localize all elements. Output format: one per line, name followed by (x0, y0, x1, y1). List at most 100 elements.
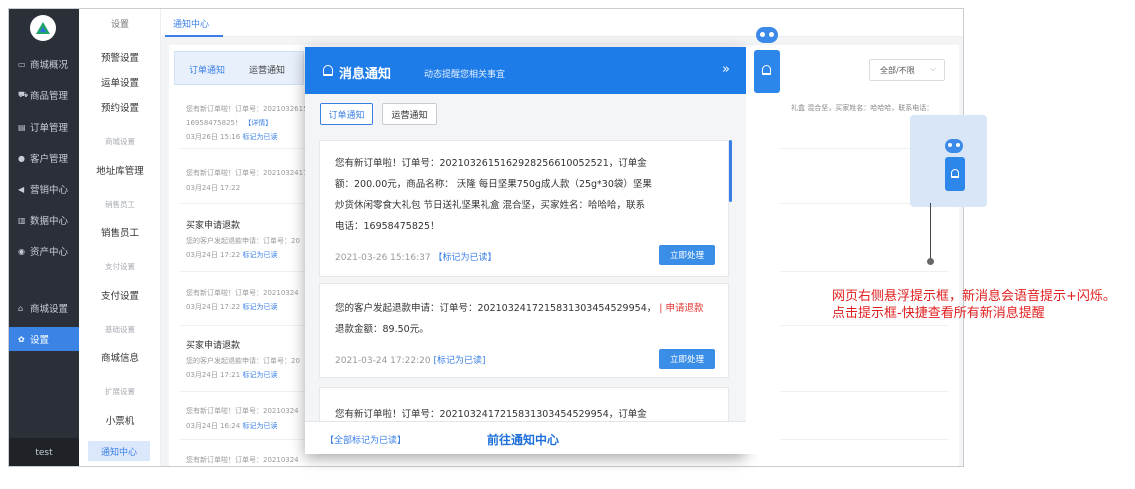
submenu-item-shop-info[interactable]: 商城信息 (79, 350, 161, 364)
top-tab-bar: 通知中心 (161, 9, 963, 37)
submenu-group-ext: 扩展设置 (105, 387, 135, 396)
submenu-item-ticket-printer[interactable]: 小票机 (79, 413, 161, 427)
bell-icon (323, 65, 333, 76)
main-sidebar: ▭ 商城概况 ⛟ 商品管理 ▤ 订单管理 ● 客户管理 ◀ 营销中心 ▥ 数据中… (9, 9, 79, 466)
marketing-icon: ◀ (18, 184, 25, 194)
submenu-item-address[interactable]: 地址库管理 (79, 163, 161, 177)
shop-icon: ▭ (18, 59, 26, 69)
callout-dot (927, 258, 934, 265)
mark-read-link[interactable]: 标记为已读 (242, 371, 277, 379)
list-item-title: 买家申请退款 (186, 341, 241, 351)
data-icon: ▥ (18, 215, 26, 225)
active-tab-indicator (165, 35, 223, 37)
settings-submenu: 设置 预警设置 运单设置 预约设置 商城设置 地址库管理 销售员工 销售员工 支… (79, 9, 161, 466)
mark-read-link[interactable]: 标记为已读 (242, 251, 277, 259)
robot-mascot-icon (945, 139, 963, 153)
sidebar-item-data[interactable]: ▥ 数据中心 (9, 208, 79, 232)
app-logo (30, 15, 56, 41)
panel-subtitle: 动态提醒您相关事宜 (424, 70, 506, 80)
submenu-item-warning[interactable]: 预警设置 (79, 50, 161, 64)
submenu-header: 设置 (110, 20, 129, 30)
floating-bell-button-preview[interactable] (945, 157, 965, 191)
list-item-text: 您的客户发起退款申请：订单号：20 (186, 237, 300, 245)
submenu-group-basic: 基础设置 (105, 325, 135, 334)
notice-card: 您有新订单啦！订单号：2021032417215831303454529954，… (319, 387, 729, 421)
annotation-text: 网页右侧悬浮提示框，新消息会语音提示+闪烁。 点击提示框-快捷查看所有新消息提醒 (832, 289, 1116, 321)
mark-read-link[interactable]: 标记为已读 (242, 422, 277, 430)
list-item-text: 您有新订单啦！订单号：20210324 (186, 289, 299, 297)
bell-icon (951, 169, 959, 178)
mark-read-link[interactable]: 【标记为已读】 (433, 253, 496, 263)
list-item-text: 您有新订单啦！订单号：2021032615 (186, 105, 308, 113)
list-item-meta: 03月24日 17:22 标记为已读 (186, 303, 278, 311)
list-item-meta: 03月26日 15:16 标记为已读 (186, 133, 278, 141)
collapse-icon[interactable]: » (722, 62, 730, 77)
panel-scrollbar[interactable] (729, 140, 732, 202)
panel-tab-ops[interactable]: 运营通知 (382, 103, 437, 125)
submenu-group-pay: 支付设置 (105, 262, 135, 271)
sidebar-item-orders[interactable]: ▤ 订单管理 (9, 115, 79, 139)
submenu-item-staff[interactable]: 销售员工 (79, 225, 161, 239)
notice-card-meta: 2021-03-26 15:16:37 【标记为已读】 (335, 253, 497, 263)
user-icon: ● (18, 153, 25, 163)
filter-select[interactable]: 全部/不限 ⌵ (869, 59, 945, 81)
callout-line (930, 203, 931, 261)
notice-card: 您的客户发起退款申请：订单号：2021032417215831303454529… (319, 283, 729, 378)
tab-notice-center[interactable]: 通知中心 (173, 17, 209, 30)
submenu-item-pay[interactable]: 支付设置 (79, 288, 161, 302)
bell-icon (762, 65, 771, 75)
list-item-text: 16958475825！ 【详情】 (186, 119, 273, 127)
list-item-meta: 03月24日 16:24 标记为已读 (186, 422, 278, 430)
bg-tab-ops[interactable]: 运营通知 (249, 63, 285, 76)
bg-tab-group: 订单通知 运营通知 (174, 51, 304, 85)
sidebar-item-assets[interactable]: ◉ 资产中心 (9, 239, 79, 263)
sidebar-item-settings[interactable]: ✿ 设置 (9, 327, 79, 351)
submenu-group-staff: 销售员工 (105, 200, 135, 209)
sidebar-item-overview[interactable]: ▭ 商城概况 (9, 52, 79, 76)
go-notice-center-link[interactable]: 前往通知中心 (487, 431, 559, 448)
list-item-text: 您的客户发起退款申请：订单号：20 (186, 357, 300, 365)
submenu-item-waybill[interactable]: 运单设置 (79, 75, 161, 89)
home-icon: ⌂ (18, 303, 24, 313)
notice-card: 您有新订单啦！订单号：2021032615162928256610052521，… (319, 140, 729, 277)
asset-icon: ◉ (18, 246, 25, 256)
mark-read-link[interactable]: 标记为已读 (242, 133, 277, 141)
sidebar-item-products[interactable]: ⛟ 商品管理 (9, 83, 79, 107)
list-item-text: 您有新订单啦！订单号：20210324 (186, 456, 299, 464)
bg-tab-order[interactable]: 订单通知 (189, 63, 225, 76)
panel-footer: 【全部标记为已读】 前往通知中心 (305, 421, 746, 454)
list-item-title: 买家申请退款 (186, 221, 241, 231)
row-overflow-text: 礼盒 混合坚，买家姓名：哈哈哈，联系电话： (791, 104, 934, 112)
robot-mascot-icon (756, 27, 778, 43)
mark-read-link[interactable]: [标记为已读] (433, 356, 485, 366)
submenu-item-notice-center[interactable]: 通知中心 (88, 441, 150, 461)
list-item-text: 您有新订单啦！订单号：2021032417 (186, 169, 308, 177)
submenu-item-reservation[interactable]: 预约设置 (79, 100, 161, 114)
order-icon: ▤ (18, 122, 26, 132)
sidebar-item-marketing[interactable]: ◀ 营销中心 (9, 177, 79, 201)
sidebar-item-customers[interactable]: ● 客户管理 (9, 146, 79, 170)
handle-now-button[interactable]: 立即处理 (659, 349, 715, 369)
notice-card-text: 您的客户发起退款申请：订单号：2021032417215831303454529… (335, 303, 704, 335)
list-item-meta: 03月24日 17:22 (186, 184, 241, 192)
mark-read-link[interactable]: 标记为已读 (242, 303, 277, 311)
list-item-text: 您有新订单啦！订单号：20210324 (186, 407, 299, 415)
list-item-meta: 03月24日 17:22 标记为已读 (186, 251, 278, 259)
floating-bell-button[interactable] (754, 50, 780, 93)
panel-side-strip (746, 47, 780, 454)
mark-all-read-link[interactable]: 【全部标记为已读】 (325, 433, 406, 446)
gear-icon: ✿ (18, 334, 25, 344)
panel-header: 消息通知 动态提醒您相关事宜 » (305, 47, 746, 94)
sidebar-item-shop-settings[interactable]: ⌂ 商城设置 (9, 296, 79, 320)
list-item-meta: 03月24日 17:21 标记为已读 (186, 371, 278, 379)
notice-card-meta: 2021-03-24 17:22:20 [标记为已读] (335, 356, 486, 366)
handle-now-button[interactable]: 立即处理 (659, 245, 715, 265)
chevron-down-icon: ⌵ (929, 64, 936, 73)
notice-card-text: 您有新订单啦！订单号：2021032615162928256610052521，… (335, 158, 652, 232)
panel-tab-order[interactable]: 订单通知 (320, 103, 373, 125)
panel-title: 消息通知 (339, 67, 392, 82)
cart-icon: ⛟ (18, 90, 29, 99)
notification-panel: 消息通知 动态提醒您相关事宜 » 订单通知 运营通知 您有新订单啦！订单号：20… (305, 47, 746, 454)
user-footer[interactable]: test (9, 438, 79, 466)
submenu-group-shop: 商城设置 (105, 137, 135, 146)
